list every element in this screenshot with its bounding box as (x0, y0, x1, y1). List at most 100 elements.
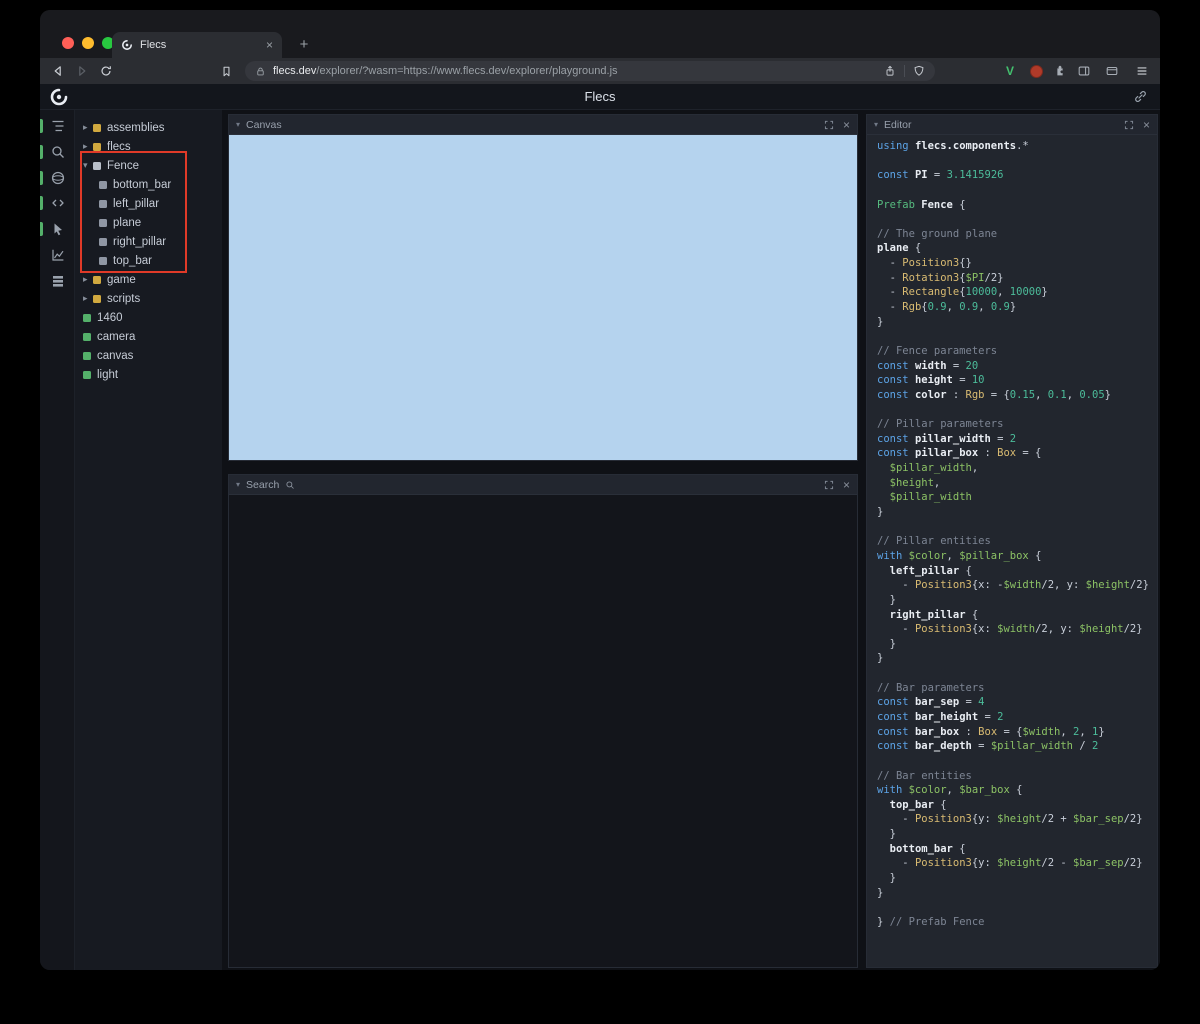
entity-icon (99, 218, 107, 227)
chevron-down-icon[interactable]: ▾ (83, 161, 93, 170)
code-token: $height (1079, 623, 1124, 636)
code-token: {y: (971, 813, 998, 826)
chevron-down-icon[interactable]: ▾ (236, 480, 240, 489)
code-token: using (877, 140, 915, 152)
code-token: , (946, 301, 960, 314)
tree-item-Fence[interactable]: ▾ Fence (75, 156, 222, 175)
tree-item-assemblies[interactable]: ▸ assemblies (75, 118, 222, 137)
back-button[interactable] (48, 61, 68, 81)
forward-button[interactable] (72, 61, 92, 81)
tree-item-label: top_bar (113, 254, 153, 267)
code-token: /2, y: (1041, 579, 1086, 592)
code-editor[interactable]: using flecs.components.* const PI = 3.14… (867, 135, 1157, 967)
reload-button[interactable] (96, 61, 116, 81)
entity-icon (93, 123, 101, 132)
extension-adblock-button[interactable] (1026, 61, 1046, 81)
code-token: // Pillar entities (877, 535, 991, 548)
rail-button-code-icon[interactable] (40, 191, 75, 215)
expand-icon[interactable] (824, 120, 834, 130)
tree-item-label: light (97, 368, 119, 381)
tree-item-camera[interactable]: camera (75, 327, 222, 346)
close-icon[interactable]: × (1143, 119, 1150, 131)
tree-item-game[interactable]: ▸ game (75, 270, 222, 289)
tree-item-right_pillar[interactable]: right_pillar (75, 232, 222, 251)
new-tab-button[interactable]: + (294, 35, 314, 55)
tree-item-scripts[interactable]: ▸ scripts (75, 289, 222, 308)
rail-button-stack-icon[interactable] (40, 269, 75, 293)
canvas-panel-title: Canvas (246, 118, 282, 131)
chevron-down-icon[interactable]: ▾ (874, 120, 878, 129)
tree-item-top_bar[interactable]: top_bar (75, 251, 222, 270)
code-token: { (965, 608, 979, 621)
share-link-button[interactable] (1133, 89, 1148, 104)
window-minimize-button[interactable] (82, 37, 94, 49)
rail-button-tree-icon[interactable] (40, 114, 75, 138)
bookmark-icon[interactable] (216, 61, 236, 81)
tree-item-flecs[interactable]: ▸ flecs (75, 137, 222, 156)
entity-icon (99, 199, 107, 208)
code-line: top_bar { (877, 798, 1157, 813)
code-token: } (877, 872, 896, 885)
side-panel-button[interactable] (1074, 61, 1094, 81)
tab-close-icon[interactable]: × (266, 39, 273, 51)
code-token: // Fence parameters (877, 344, 998, 357)
menu-button[interactable] (1132, 61, 1152, 81)
tree-item-canvas[interactable]: canvas (75, 346, 222, 365)
window-close-button[interactable] (62, 37, 74, 49)
code-token: 3.1415926 (946, 169, 1004, 182)
active-indicator (40, 196, 43, 211)
code-line: with $color, $pillar_box { (877, 549, 1157, 564)
code-line: - Position3{x: $width/2, y: $height/2} (877, 622, 1157, 637)
tree-item-1460[interactable]: 1460 (75, 308, 222, 327)
code-token: /2 - (1041, 857, 1074, 870)
code-token: = { (997, 725, 1023, 738)
chevron-down-icon[interactable]: ▾ (236, 120, 240, 129)
address-bar[interactable]: flecs.dev/explorer/?wasm=https://www.fle… (245, 61, 935, 81)
close-icon[interactable]: × (843, 119, 850, 131)
rail-button-sphere-icon[interactable] (40, 166, 75, 190)
chevron-right-icon[interactable]: ▸ (83, 142, 93, 151)
code-token: Rgb (965, 388, 985, 401)
tree-item-light[interactable]: light (75, 365, 222, 384)
wallet-button[interactable] (1102, 61, 1122, 81)
canvas-panel-header[interactable]: ▾ Canvas × (229, 115, 857, 135)
tree-item-plane[interactable]: plane (75, 213, 222, 232)
rail-button-cursor-icon[interactable] (40, 217, 75, 241)
close-icon[interactable]: × (843, 479, 850, 491)
code-line: } (877, 637, 1157, 652)
code-line: const bar_box : Box = {$width, 2, 1} (877, 725, 1157, 740)
expand-icon[interactable] (1124, 120, 1134, 130)
flecs-logo[interactable] (49, 87, 69, 107)
search-results-area[interactable] (229, 495, 857, 967)
tree-item-bottom_bar[interactable]: bottom_bar (75, 175, 222, 194)
code-token: {x: - (971, 579, 1004, 592)
browser-tab[interactable]: Flecs × (112, 32, 282, 58)
extensions-puzzle-button[interactable] (1050, 61, 1070, 81)
chevron-right-icon[interactable]: ▸ (83, 123, 93, 132)
entity-icon (99, 180, 107, 189)
code-line: const color : Rgb = {0.15, 0.1, 0.05} (877, 388, 1157, 403)
code-token: { (959, 564, 972, 577)
code-token: = { (984, 388, 1010, 401)
extension-vimium-button[interactable]: V (1000, 61, 1020, 81)
chevron-right-icon[interactable]: ▸ (83, 275, 93, 284)
code-token: 2 (1009, 432, 1017, 445)
tree-item-left_pillar[interactable]: left_pillar (75, 194, 222, 213)
rail-button-search-icon[interactable] (40, 140, 75, 164)
rail-button-chart-icon[interactable] (40, 243, 75, 267)
canvas-viewport[interactable] (229, 135, 857, 460)
code-line: - Position3{y: $height/2 - $bar_sep/2} (877, 856, 1157, 871)
code-token: 0.05 (1079, 388, 1105, 401)
editor-panel-header[interactable]: ▾ Editor × (867, 115, 1157, 135)
code-token: /2} (1123, 813, 1143, 826)
expand-icon[interactable] (824, 480, 834, 490)
shield-icon[interactable] (913, 65, 925, 77)
hamburger-icon (1137, 67, 1147, 75)
code-token: /2} (1123, 623, 1143, 636)
tree-item-label: scripts (107, 292, 141, 305)
tree-item-label: bottom_bar (113, 178, 172, 191)
share-icon[interactable] (884, 65, 896, 77)
code-line: // The ground plane (877, 227, 1157, 242)
search-panel-header[interactable]: ▾ Search × (229, 475, 857, 495)
chevron-right-icon[interactable]: ▸ (83, 294, 93, 303)
